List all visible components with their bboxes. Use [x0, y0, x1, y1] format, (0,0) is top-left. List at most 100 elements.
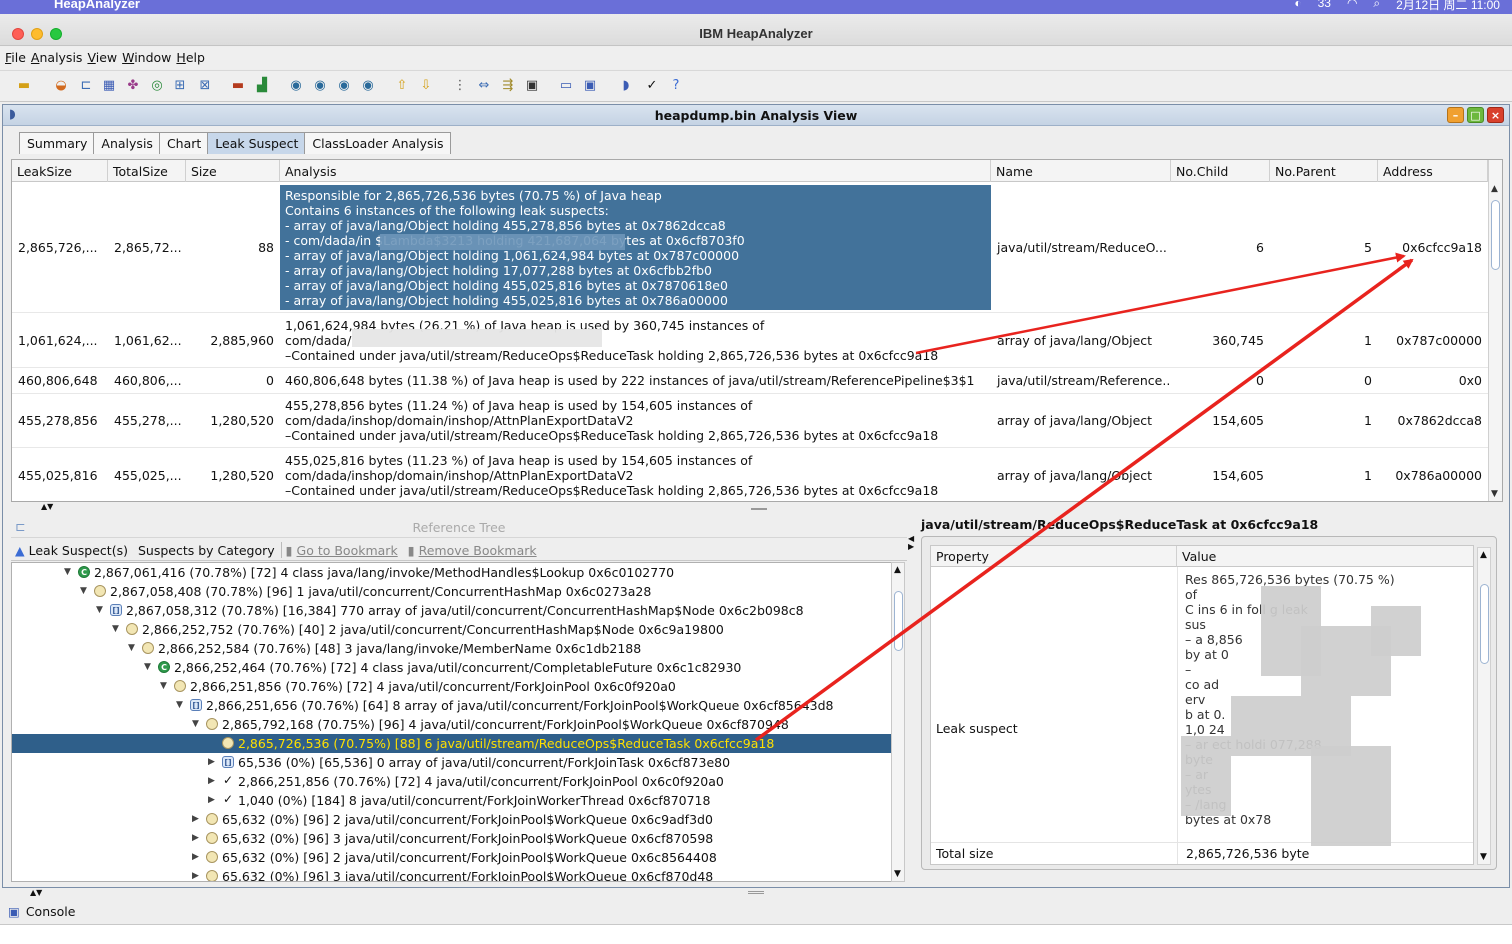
chart-icon[interactable]: ▟ — [254, 78, 270, 94]
zoom-in-icon[interactable]: ◉ — [312, 78, 328, 94]
tree-node[interactable]: ▼ [] 2,866,251,656 (70.76%) [64] 8 array o… — [12, 696, 892, 715]
minus-icon[interactable]: ▭ — [558, 78, 574, 94]
tray-icon[interactable]: ◐ — [1294, 0, 1301, 13]
vertical-splitter[interactable]: ◀ ▶ — [907, 525, 915, 875]
tree-node[interactable]: ▶ ✓ 2,866,251,856 (70.76%) [72] 4 java/uti… — [12, 772, 892, 791]
scroll-up-icon[interactable]: ▲ — [1480, 550, 1487, 560]
check-icon[interactable]: ✓ — [644, 78, 660, 94]
scroll-up-icon[interactable]: ▲ — [894, 565, 901, 575]
scroll-up-icon[interactable]: ▲ — [1491, 184, 1498, 194]
scroll-down-icon[interactable]: ▼ — [894, 869, 901, 879]
expand-toggle-icon[interactable]: ▶ — [208, 772, 215, 791]
splitter-arrows-icon[interactable]: ◀ ▶ — [908, 535, 914, 551]
scroll-down-icon[interactable]: ▼ — [1480, 852, 1487, 862]
tree-node[interactable]: ▼ 2,866,252,584 (70.76%) [48] 3 java/lang… — [12, 639, 892, 658]
wifi-icon[interactable]: ◠ — [1347, 0, 1357, 13]
table-row[interactable]: 1,061,624,... 1,061,62... 2,885,960 1,061,6… — [12, 313, 1488, 368]
tree-icon[interactable]: ⊏ — [78, 78, 94, 94]
tree-node[interactable]: ▼ 2,865,792,168 (70.75%) [96] 4 java/util… — [12, 715, 892, 734]
expand-toggle-icon[interactable]: ▶ — [192, 867, 199, 881]
menu-help[interactable]: Help — [175, 47, 209, 69]
collapse-toggle-icon[interactable]: ▼ — [176, 696, 183, 715]
menu-analysis[interactable]: Analysis — [30, 47, 87, 69]
tree-node[interactable]: ▼ 2,867,058,408 (70.78%) [96] 1 java/util… — [12, 582, 892, 601]
bookmark-icon[interactable]: ◗ — [618, 78, 634, 94]
menu-view[interactable]: View — [86, 47, 121, 69]
collapse-toggle-icon[interactable]: ▼ — [80, 582, 87, 601]
tree-node[interactable]: ▶ ✓ 1,040 (0%) [184] 8 java/util/concurren… — [12, 791, 892, 810]
tree-node[interactable]: ▶ 65,632 (0%) [96] 3 java/util/concurrent… — [12, 867, 892, 881]
frame-minimize-button[interactable]: – — [1447, 107, 1464, 123]
tree-scrollbar[interactable]: ▲ ▼ — [891, 562, 905, 882]
leak-suspects-button[interactable]: ▲ Leak Suspect(s) — [11, 543, 134, 558]
column-property[interactable]: Property — [931, 546, 1177, 567]
expand-toggle-icon[interactable]: ▶ — [208, 791, 215, 810]
tree-node[interactable]: 2,865,726,536 (70.75%) [88] 6 java/util/… — [12, 734, 892, 753]
tree-node[interactable]: ▼ [] 2,867,058,312 (70.78%) [16,384] 770 a… — [12, 601, 892, 620]
window-icon[interactable]: ▣ — [524, 78, 540, 94]
up-icon[interactable]: ⇧ — [394, 78, 410, 94]
objects-icon[interactable]: ✤ — [125, 78, 141, 94]
column-totalsize[interactable]: TotalSize — [108, 160, 186, 182]
scroll-thumb[interactable] — [1480, 584, 1489, 664]
expand-toggle-icon[interactable]: ▶ — [192, 829, 199, 848]
down-icon[interactable]: ⇩ — [418, 78, 434, 94]
expand-toggle-icon[interactable]: ▶ — [192, 848, 199, 867]
table-row[interactable]: 460,806,648 460,806,... 0 460,806,648 bytes… — [12, 368, 1488, 394]
search-icon[interactable]: ⌕ — [1373, 0, 1380, 13]
details-scrollbar[interactable]: ▲ ▼ — [1477, 547, 1491, 865]
splitter-arrows-icon[interactable]: ▲▼ — [41, 502, 53, 511]
menu-window[interactable]: Window — [121, 47, 175, 69]
find-icon[interactable]: ⊠ — [197, 78, 213, 94]
refresh-icon[interactable]: ◎ — [149, 78, 165, 94]
suspects-by-category-button[interactable]: Suspects by Category — [134, 543, 281, 558]
zoom-out-icon[interactable]: ◉ — [336, 78, 352, 94]
horizontal-splitter[interactable]: ▲▼ — [11, 502, 1503, 515]
frame-close-button[interactable]: × — [1487, 107, 1504, 123]
collapse-toggle-icon[interactable]: ▼ — [128, 639, 135, 658]
tab-summary[interactable]: Summary — [19, 132, 95, 154]
collapse-toggle-icon[interactable]: ▼ — [64, 563, 71, 582]
go-to-bookmark-button[interactable]: ▮ Go to Bookmark — [282, 543, 404, 558]
tray-badge[interactable]: 33 — [1318, 0, 1331, 13]
size-icon[interactable]: ▬ — [230, 78, 246, 94]
frame-maximize-button[interactable]: □ — [1467, 107, 1484, 123]
expand-toggle-icon[interactable]: ▶ — [208, 753, 215, 772]
collapse-toggle-icon[interactable]: ▼ — [144, 658, 151, 677]
open-folder-icon[interactable]: ▬ — [16, 78, 32, 94]
scroll-thumb[interactable] — [1491, 200, 1500, 270]
splitter-grip[interactable] — [751, 508, 767, 510]
console-body[interactable] — [0, 924, 1512, 944]
search-icon[interactable]: ◉ — [360, 78, 376, 94]
tree-node[interactable]: ▶ 65,632 (0%) [96] 2 java/util/concurrent… — [12, 848, 892, 867]
table-scrollbar[interactable]: ▲ ▼ — [1488, 160, 1502, 501]
scroll-thumb[interactable] — [894, 591, 903, 651]
menu-file[interactable]: File — [4, 47, 30, 69]
collapse-toggle-icon[interactable]: ▼ — [160, 677, 167, 696]
expand-toggle-icon[interactable]: ▶ — [192, 810, 199, 829]
grid-icon[interactable]: ▦ — [101, 78, 117, 94]
column-size[interactable]: Size — [186, 160, 280, 182]
tab-leak-suspect[interactable]: Leak Suspect — [207, 132, 306, 154]
splitter-arrows-icon[interactable]: ▲▼ — [30, 888, 42, 897]
zoom-icon[interactable]: ◉ — [288, 78, 304, 94]
scroll-down-icon[interactable]: ▼ — [1491, 489, 1498, 499]
collapse-toggle-icon[interactable]: ▼ — [192, 715, 199, 734]
monitor-icon[interactable]: ▣ — [582, 78, 598, 94]
expand-icon[interactable]: ⇔ — [476, 78, 492, 94]
hierarchy-icon[interactable]: ⊞ — [172, 78, 188, 94]
table-row[interactable]: 455,025,816 455,025,... 1,280,520 455,025,8… — [12, 448, 1488, 501]
tab-chart[interactable]: Chart — [158, 132, 209, 154]
expand-all-icon[interactable]: ⇶ — [500, 78, 516, 94]
collapse-toggle-icon[interactable]: ▼ — [112, 620, 119, 639]
tree-node[interactable]: ▶ 65,632 (0%) [96] 2 java/util/concurrent… — [12, 810, 892, 829]
column-name[interactable]: Name — [991, 160, 1171, 182]
collapse-icon[interactable]: ⋮ — [452, 78, 468, 94]
table-row[interactable]: 455,278,856 455,278,... 1,280,520 455,278,8… — [12, 394, 1488, 448]
tab-classloader-analysis[interactable]: ClassLoader Analysis — [304, 132, 451, 154]
column-value[interactable]: Value — [1177, 546, 1473, 567]
column-address[interactable]: Address — [1378, 160, 1488, 182]
tree-node[interactable]: ▼ 2,866,251,856 (70.76%) [72] 4 java/util… — [12, 677, 892, 696]
tree-node[interactable]: ▼ 2,866,252,752 (70.76%) [40] 2 java/util… — [12, 620, 892, 639]
collapse-toggle-icon[interactable]: ▼ — [96, 601, 103, 620]
